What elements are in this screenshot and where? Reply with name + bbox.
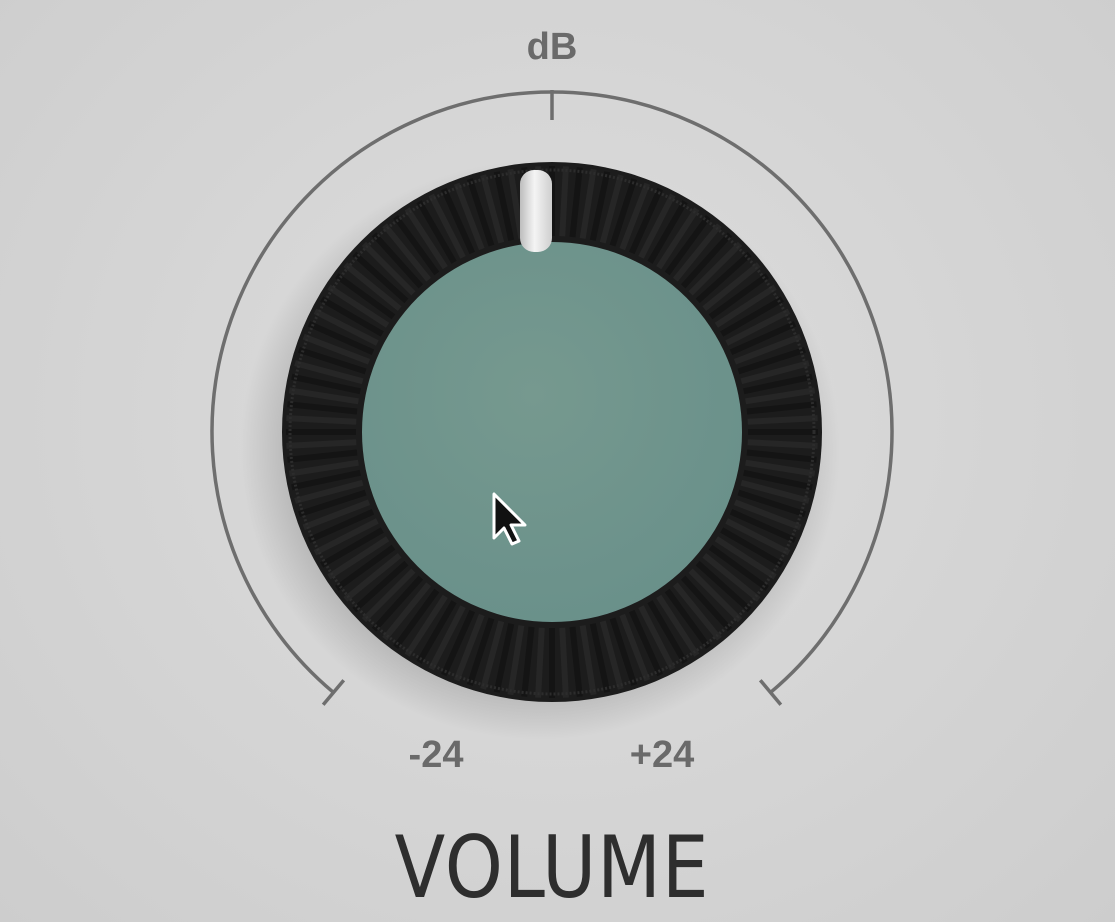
scale-tick-max xyxy=(758,679,783,706)
unit-label: dB xyxy=(526,26,578,68)
knurl-ridge xyxy=(286,439,357,449)
volume-knob-graphic xyxy=(210,90,894,740)
knurl-ridge xyxy=(286,415,357,425)
control-title: VOLUME xyxy=(394,818,710,918)
volume-panel: dB -24 +24 VOLUME xyxy=(0,0,1115,922)
knurl-ridge xyxy=(535,627,545,698)
knurl-ridge xyxy=(559,166,569,237)
knurl-ridge xyxy=(559,627,569,698)
volume-knob[interactable] xyxy=(282,162,822,702)
scale-tick-min xyxy=(321,679,346,706)
knurl-ridge xyxy=(747,439,818,449)
min-value-label: -24 xyxy=(408,734,464,776)
knob-indicator xyxy=(520,170,552,252)
knurl-ridge xyxy=(747,415,818,425)
max-value-label: +24 xyxy=(629,734,695,776)
knob-face[interactable] xyxy=(362,242,742,622)
